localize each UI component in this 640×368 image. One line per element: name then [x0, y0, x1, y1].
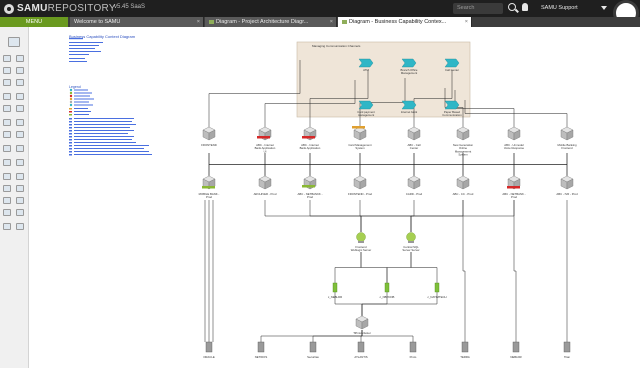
database-node[interactable] [205, 341, 213, 353]
application-label: ABC - Internet Bank Application UI [255, 143, 276, 153]
connector-line [410, 252, 438, 283]
connector-line [361, 292, 438, 316]
connector-line [208, 153, 568, 176]
status-flag [507, 186, 520, 189]
database-node[interactable] [461, 341, 469, 353]
server-node[interactable] [356, 232, 366, 244]
application-node[interactable] [560, 126, 574, 141]
deployment-node[interactable] [560, 175, 574, 190]
database-label: ORACLE [203, 355, 215, 359]
connector-line [464, 100, 568, 127]
capability-group[interactable] [296, 41, 471, 118]
server-node[interactable] [406, 232, 416, 244]
application-label: New Generation Online Management System [453, 143, 474, 157]
status-flag [257, 136, 270, 139]
database-label: ATLANTIS [354, 355, 367, 359]
deployment-node[interactable] [456, 175, 470, 190]
deployment-node[interactable] [407, 175, 421, 190]
service-icon[interactable] [434, 282, 440, 293]
application-label: Mobile Banking Frontend [557, 143, 577, 150]
application-node[interactable] [407, 126, 421, 141]
status-flag [202, 186, 215, 189]
application-label: ABC - Call Center [407, 143, 420, 150]
server-base [358, 241, 364, 243]
deployment-label: MOBILE BANK -Prod [199, 192, 220, 199]
capability-label: Call Center [445, 68, 459, 72]
server-globe-icon [356, 232, 366, 242]
connector-line [334, 252, 362, 283]
capability-label: Paper Based Communication [442, 110, 462, 117]
diagram-canvas[interactable]: Managing Communication Channels ATM Branc… [0, 0, 640, 368]
capability-label: Branch Office Management [401, 68, 418, 75]
database-icon [563, 341, 571, 353]
connector-line [513, 200, 517, 342]
deployment-label: CARD - Prod [406, 192, 423, 196]
service-label: c_NEBLDR [328, 295, 342, 299]
service-icon[interactable] [332, 282, 338, 293]
database-icon [309, 341, 317, 353]
deployment-label: FRONTEND - Prod [348, 192, 372, 196]
database-icon [512, 341, 520, 353]
application-label: ABC - Unmodel Voice Response [504, 143, 525, 150]
deployment-label: ABC - NETBANKK -Prod [297, 192, 322, 199]
application-node[interactable] [456, 126, 470, 141]
connector-lines [204, 60, 568, 342]
service-label: c_NATIMTECH [427, 295, 446, 299]
application-node[interactable] [353, 126, 367, 141]
server-label: Central SQL Server Server [402, 245, 419, 252]
connector-line [309, 200, 362, 232]
application-label: Card Management System [348, 143, 371, 150]
connector-line [360, 200, 515, 232]
database-icon [357, 341, 365, 353]
application-node[interactable] [507, 126, 521, 141]
status-flag [302, 136, 315, 139]
database-node[interactable] [309, 341, 317, 353]
database-node[interactable] [409, 341, 417, 353]
service-label: c_NBYDOB [380, 295, 395, 299]
deployment-node[interactable] [258, 175, 272, 190]
server-base [408, 241, 414, 243]
cluster-label: TiPmio cluster [353, 331, 371, 335]
server-label: Frontend Weblogic Server [351, 245, 372, 252]
database-icon [409, 341, 417, 353]
application-label: FRONTEND [201, 143, 217, 147]
database-icon [205, 341, 213, 353]
deployment-label: ABC - CC - Prod [453, 192, 474, 196]
connector-line [208, 60, 301, 127]
deployment-node[interactable] [353, 175, 367, 190]
deployment-label: ABC - NETBANK -Prod [502, 192, 525, 199]
application-node[interactable] [202, 126, 216, 141]
database-label: Securitas [307, 355, 319, 359]
database-label: NEBLDR [510, 355, 521, 359]
database-icon [257, 341, 265, 353]
database-node[interactable] [512, 341, 520, 353]
deployment-label: ARCHIVER - Prod [254, 192, 277, 196]
database-node[interactable] [357, 341, 365, 353]
database-label: NETIDOS [255, 355, 268, 359]
database-label: Titan [564, 355, 571, 359]
capability-group-label: Managing Communication Channels [312, 44, 361, 48]
capability-label: ATM [363, 68, 369, 72]
deployment-label: ABC - IVR - Prod [556, 192, 578, 196]
server-globe-icon [406, 232, 416, 242]
database-label: Proto [410, 355, 417, 359]
connector-line [462, 200, 466, 342]
connector-line [360, 252, 388, 283]
capability-label: Card payment management [357, 110, 375, 117]
application-label: ABC - Internet Bank Application [300, 143, 321, 150]
capability-label: Internet bank [401, 110, 418, 114]
status-flag [302, 185, 315, 188]
database-label: TERRA [460, 355, 470, 359]
database-node[interactable] [257, 341, 265, 353]
cluster-node[interactable] [355, 315, 369, 330]
database-icon [461, 341, 469, 353]
service-icon[interactable] [384, 282, 390, 293]
database-node[interactable] [563, 341, 571, 353]
connector-line [386, 252, 412, 283]
status-flag [352, 126, 365, 129]
